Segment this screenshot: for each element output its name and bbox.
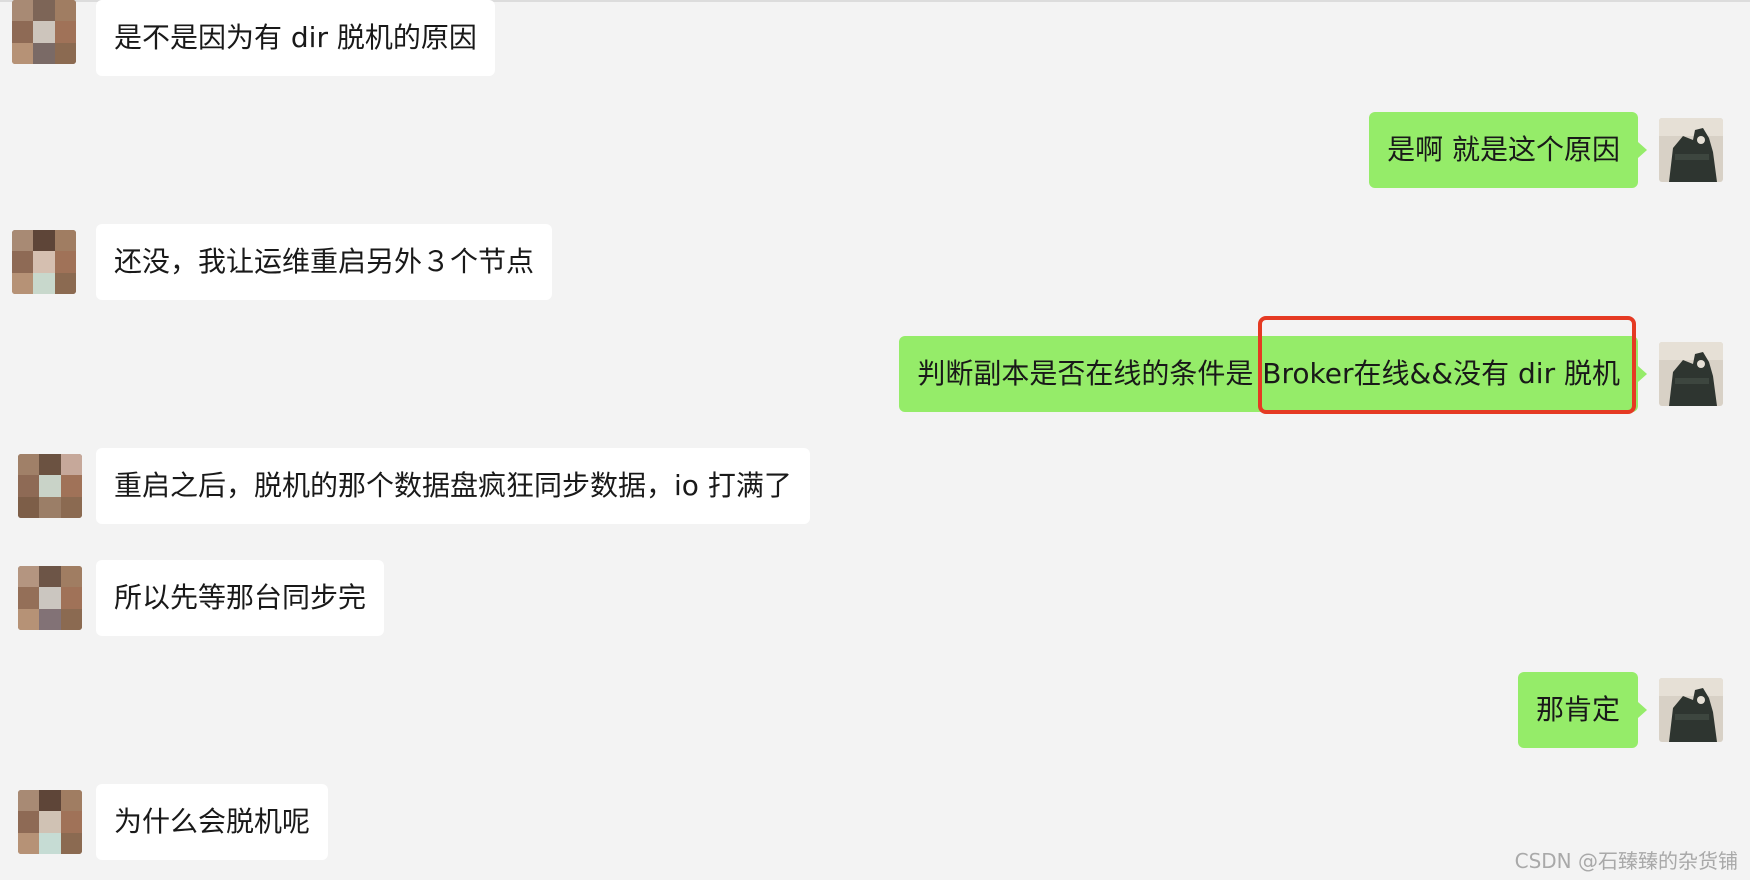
pixelated-avatar-icon[interactable] xyxy=(18,566,82,630)
pixelated-avatar-icon[interactable] xyxy=(12,0,76,64)
message-bubble-outgoing[interactable]: 那肯定 xyxy=(1517,672,1648,748)
chat-window: 是不是因为有 dir 脱机的原因 是啊 就是这个原因 还没，我让运维重启另外３个… xyxy=(0,0,1750,880)
pixelated-avatar-icon[interactable] xyxy=(18,790,82,854)
message-bubble-incoming[interactable]: 所以先等那台同步完 xyxy=(96,560,385,636)
message-row-outgoing: 是啊 就是这个原因 xyxy=(0,112,1750,188)
message-row-incoming: 所以先等那台同步完 xyxy=(0,560,1750,636)
message-row-outgoing: 判断副本是否在线的条件是 Broker在线&&没有 dir 脱机 xyxy=(0,336,1750,412)
message-row-incoming: 为什么会脱机呢 xyxy=(0,784,1750,860)
message-row-outgoing: 那肯定 xyxy=(0,672,1750,748)
message-bubble-incoming[interactable]: 为什么会脱机呢 xyxy=(96,784,329,860)
message-bubble-incoming[interactable]: 是不是因为有 dir 脱机的原因 xyxy=(96,0,495,76)
message-bubble-incoming[interactable]: 还没，我让运维重启另外３个节点 xyxy=(96,224,553,300)
message-row-incoming: 是不是因为有 dir 脱机的原因 xyxy=(0,0,1750,78)
message-row-incoming: 重启之后，脱机的那个数据盘疯狂同步数据，io 打满了 xyxy=(0,448,1750,524)
watermark-text: CSDN @石臻臻的杂货铺 xyxy=(1514,849,1738,873)
message-bubble-outgoing[interactable]: 是啊 就是这个原因 xyxy=(1369,112,1647,188)
pixelated-avatar-icon[interactable] xyxy=(12,230,76,294)
message-bubble-outgoing[interactable]: 判断副本是否在线的条件是 Broker在线&&没有 dir 脱机 xyxy=(899,336,1647,412)
silhouette-avatar-icon[interactable] xyxy=(1659,118,1723,182)
silhouette-avatar-icon[interactable] xyxy=(1659,342,1723,406)
message-row-incoming: 还没，我让运维重启另外３个节点 xyxy=(0,224,1750,300)
pixelated-avatar-icon[interactable] xyxy=(18,454,82,518)
silhouette-avatar-icon[interactable] xyxy=(1659,678,1723,742)
message-bubble-incoming[interactable]: 重启之后，脱机的那个数据盘疯狂同步数据，io 打满了 xyxy=(96,448,810,524)
